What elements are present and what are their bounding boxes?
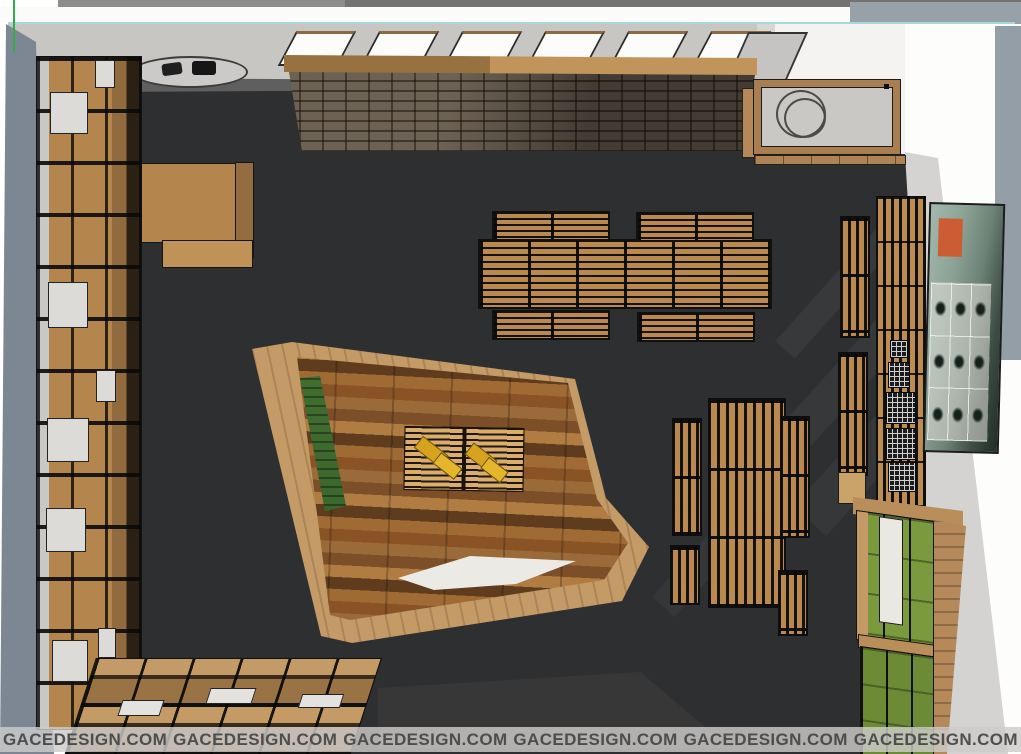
poster-image-grid: [927, 282, 991, 442]
mesh-basket: [890, 340, 908, 358]
slat-bench: [840, 216, 870, 338]
mesh-basket: [886, 392, 916, 424]
white-cube: [46, 508, 86, 552]
oval-rug: [132, 56, 248, 88]
watermark-bar: GACEDESIGN.COM GACEDESIGN.COM GACEDESIGN…: [0, 727, 1021, 752]
poster-image-cell: [973, 354, 985, 370]
axis-line: [13, 0, 15, 52]
watermark-text: GACEDESIGN.COM: [3, 730, 167, 750]
poster-image-cell: [934, 301, 946, 317]
watermark-text: GACEDESIGN.COM: [684, 730, 848, 750]
counter-front-strip: [754, 155, 906, 165]
mesh-basket: [888, 362, 910, 388]
poster-image-cell: [952, 406, 964, 422]
left-cube-shelving: [36, 56, 142, 730]
poster-image-cell: [953, 354, 965, 370]
white-cube: [95, 60, 115, 88]
watermark-text: GACEDESIGN.COM: [173, 730, 337, 750]
mesh-basket: [886, 428, 916, 460]
green-cabinet-upper: [856, 510, 934, 651]
poster-image-cell: [933, 353, 945, 369]
slat-bench: [672, 418, 702, 536]
communal-slat-table: [478, 239, 772, 309]
interior-render-canvas: GACEDESIGN.COM GACEDESIGN.COM GACEDESIGN…: [0, 0, 1021, 754]
slat-bench: [492, 211, 610, 241]
slat-bench: [838, 352, 868, 476]
watermark-text: GACEDESIGN.COM: [513, 730, 677, 750]
slat-bench: [636, 212, 754, 242]
white-cube: [298, 694, 345, 708]
poster-image-cell: [932, 406, 944, 422]
counter-detail: [884, 84, 889, 89]
white-cube: [98, 628, 116, 658]
reception-desk-lower: [162, 240, 253, 268]
white-cube: [48, 282, 88, 328]
slat-bench: [670, 545, 700, 605]
cabinet-wood-column: [857, 511, 868, 641]
white-cube: [205, 688, 256, 704]
mesh-basket: [888, 462, 916, 492]
poster-image-cell: [972, 407, 984, 423]
poster-image-cell: [954, 301, 966, 317]
basin-circle-inner: [784, 98, 826, 138]
vertical-slat-table: [708, 398, 786, 608]
rug-object: [192, 61, 216, 75]
slat-bench: [492, 310, 610, 340]
watermark-text: GACEDESIGN.COM: [854, 730, 1018, 750]
cabinet-white-door: [879, 516, 903, 625]
poster-image-cell: [974, 302, 986, 318]
white-cube: [50, 92, 88, 134]
white-cube: [52, 640, 88, 682]
top-right-wall-band: [850, 2, 1021, 24]
poster-orange-logo: [938, 218, 963, 257]
white-cube: [117, 700, 164, 716]
slat-bench: [780, 416, 810, 538]
white-cube: [47, 418, 89, 462]
watermark-text: GACEDESIGN.COM: [343, 730, 507, 750]
slat-bench: [637, 312, 755, 342]
white-cube: [96, 370, 116, 402]
slat-bench: [778, 570, 808, 636]
wall-poster: [923, 202, 1006, 454]
